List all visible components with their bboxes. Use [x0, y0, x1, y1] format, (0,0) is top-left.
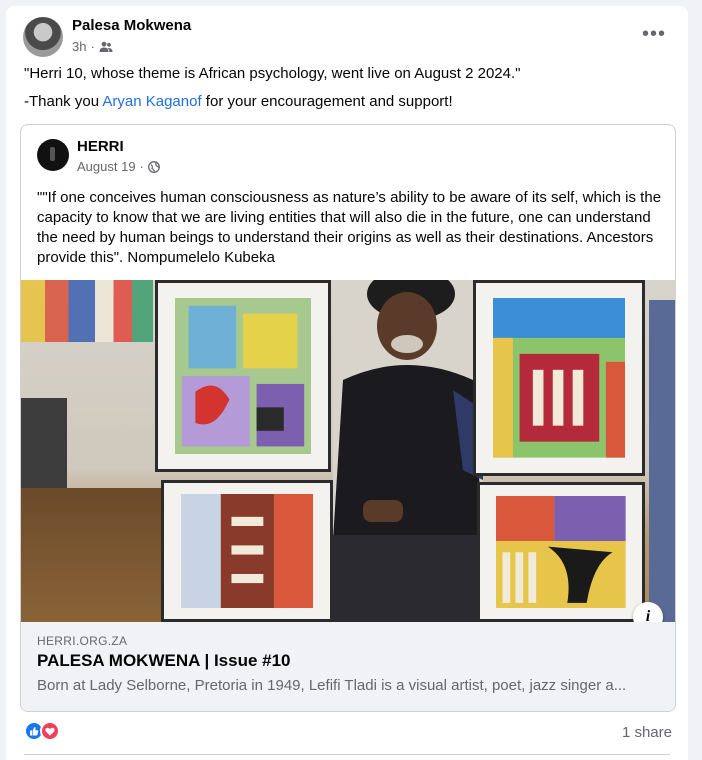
- post-text-line2: -Thank you Aryan Kaganof for your encour…: [24, 93, 453, 110]
- artwork-4: [496, 495, 626, 609]
- love-icon: [40, 721, 60, 741]
- link-domain: HERRI.ORG.ZA: [37, 634, 128, 648]
- sofa: [649, 300, 675, 622]
- artist-figure: [333, 280, 483, 622]
- friends-icon[interactable]: [99, 41, 113, 53]
- share-count[interactable]: 1 share: [622, 724, 672, 741]
- post-text-line1: "Herri 10, whose theme is African psycho…: [24, 65, 521, 82]
- artwork-frame-3: [473, 280, 645, 476]
- link-description: Born at Lady Selborne, Pretoria in 1949,…: [37, 677, 627, 694]
- thanks-prefix: -Thank you: [24, 93, 103, 110]
- artwork-frame-1: [155, 280, 331, 472]
- shared-separator: ·: [139, 159, 144, 174]
- shared-page-name[interactable]: HERRI: [77, 138, 124, 155]
- wall-artwork: [21, 280, 153, 342]
- artwork-1: [175, 297, 311, 455]
- author-avatar[interactable]: [23, 17, 63, 57]
- shared-meta: August 19 ·: [77, 159, 160, 174]
- artwork-2: [180, 493, 314, 609]
- artwork-frame-2: [161, 480, 333, 622]
- artwork-3: [492, 298, 626, 458]
- artist-photo[interactable]: i: [21, 280, 675, 622]
- floor: [21, 488, 161, 622]
- meta-separator: ·: [90, 39, 95, 54]
- artwork-frame-4: [477, 482, 645, 622]
- shared-date[interactable]: August 19: [77, 159, 136, 174]
- author-name[interactable]: Palesa Mokwena: [72, 17, 191, 34]
- shared-post[interactable]: HERRI August 19 · ""If one conceives hum…: [20, 124, 676, 712]
- post-time[interactable]: 3h: [72, 39, 86, 54]
- action-divider: [24, 754, 670, 755]
- page-avatar[interactable]: [37, 139, 69, 171]
- side-table: [21, 398, 67, 488]
- reaction-summary[interactable]: [24, 721, 60, 741]
- mention-link[interactable]: Aryan Kaganof: [102, 93, 201, 110]
- globe-icon: [147, 160, 160, 173]
- post-card: Palesa Mokwena 3h · ••• "Herri 10, whose…: [6, 6, 688, 760]
- post-meta: 3h ·: [72, 39, 113, 54]
- more-options-icon[interactable]: •••: [642, 24, 666, 44]
- shared-quote: ""If one conceives human consciousness a…: [37, 189, 662, 266]
- link-title[interactable]: PALESA MOKWENA | Issue #10: [37, 651, 291, 671]
- link-preview[interactable]: HERRI.ORG.ZA PALESA MOKWENA | Issue #10 …: [21, 622, 675, 711]
- thanks-suffix: for your encouragement and support!: [201, 93, 453, 110]
